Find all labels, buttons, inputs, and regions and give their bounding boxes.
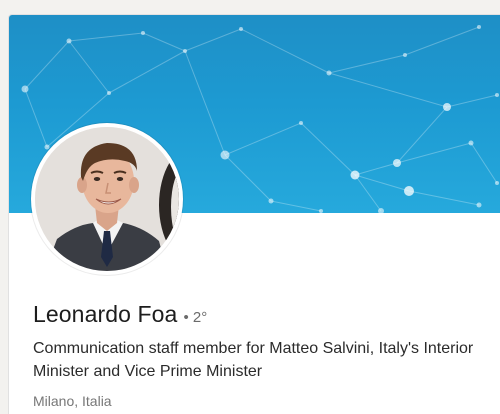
name-row: Leonardo Foa • 2° [33, 301, 207, 328]
profile-photo-icon [35, 127, 179, 271]
avatar[interactable] [31, 123, 183, 275]
profile-card: Leonardo Foa • 2° Communication staff me… [8, 14, 500, 414]
profile-location: Milano, Italia [33, 393, 112, 409]
profile-headline: Communication staff member for Matteo Sa… [33, 340, 474, 380]
connection-degree: • 2° [183, 309, 208, 326]
profile-name[interactable]: Leonardo Foa [33, 301, 177, 328]
